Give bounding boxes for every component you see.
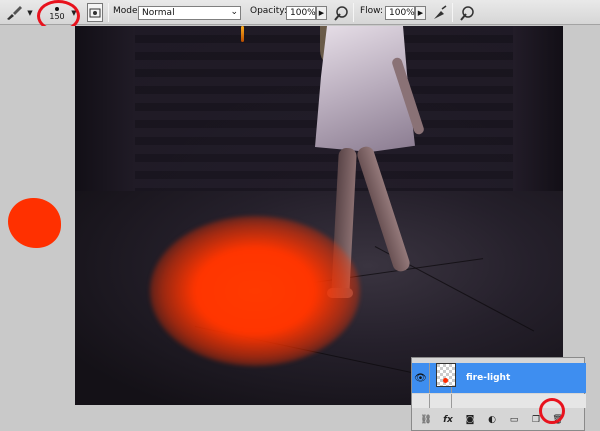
layers-panel: 👁 fire-light ⛓ fx ◙ ◐ ▭ ❐ 🗑 (411, 357, 586, 431)
chevron-down-icon: ▼ (27, 8, 33, 17)
mode-select[interactable]: Normal ⌄ (138, 6, 241, 20)
layer-row-fire-light[interactable]: 👁 fire-light (412, 363, 586, 393)
eye-icon[interactable]: 👁 (412, 363, 430, 393)
wall-left (75, 26, 135, 216)
eye-icon[interactable] (412, 394, 430, 408)
flow-input[interactable]: 100% (385, 6, 415, 20)
tool-preset-dropdown[interactable]: ▼ (26, 3, 34, 22)
divider (353, 3, 354, 22)
fx-icon[interactable]: fx (442, 415, 454, 425)
tablet-pressure-icon[interactable] (332, 3, 350, 22)
flow-label: Flow: (360, 6, 384, 16)
fire-color-swatch (8, 198, 61, 248)
opacity-label: Opacity: (250, 6, 287, 16)
group-icon[interactable]: ▭ (508, 415, 520, 425)
adjustment-icon[interactable]: ◐ (486, 415, 498, 425)
workspace: 👁 fire-light ⛓ fx ◙ ◐ ▭ ❐ 🗑 (0, 26, 600, 431)
mode-label: Mode: (113, 6, 141, 16)
document-canvas[interactable] (75, 26, 563, 405)
link-icon[interactable]: ⛓ (420, 415, 432, 425)
divider (108, 3, 109, 22)
mask-icon[interactable]: ◙ (464, 415, 476, 425)
wall-right (513, 26, 563, 216)
flow-slider-button[interactable]: ▶ (415, 6, 426, 20)
opacity-slider-button[interactable]: ▶ (316, 6, 327, 20)
mode-value: Normal (142, 8, 175, 18)
opacity-input[interactable]: 100% (286, 6, 316, 20)
chevron-down-icon: ⌄ (230, 7, 238, 17)
red-dot (443, 378, 448, 383)
layer-thumbnail (436, 363, 456, 387)
airbrush-icon[interactable] (431, 3, 449, 22)
layer-thumbnail-wrap (430, 394, 452, 408)
ember-streak (241, 26, 244, 42)
tablet-size-icon[interactable] (458, 3, 476, 22)
highlight-circle (539, 398, 565, 424)
brush-panel-toggle-icon[interactable] (87, 3, 103, 22)
layer-thumbnail-wrap (430, 363, 456, 393)
fire-glow-brush-stroke (150, 216, 360, 366)
options-bar: ▼ 150 ▼ Mode: Normal ⌄ Opacity: 100% ▶ F… (0, 0, 600, 32)
divider (452, 3, 453, 22)
brush-tool-icon[interactable] (3, 3, 25, 22)
layer-name[interactable]: fire-light (466, 373, 510, 383)
